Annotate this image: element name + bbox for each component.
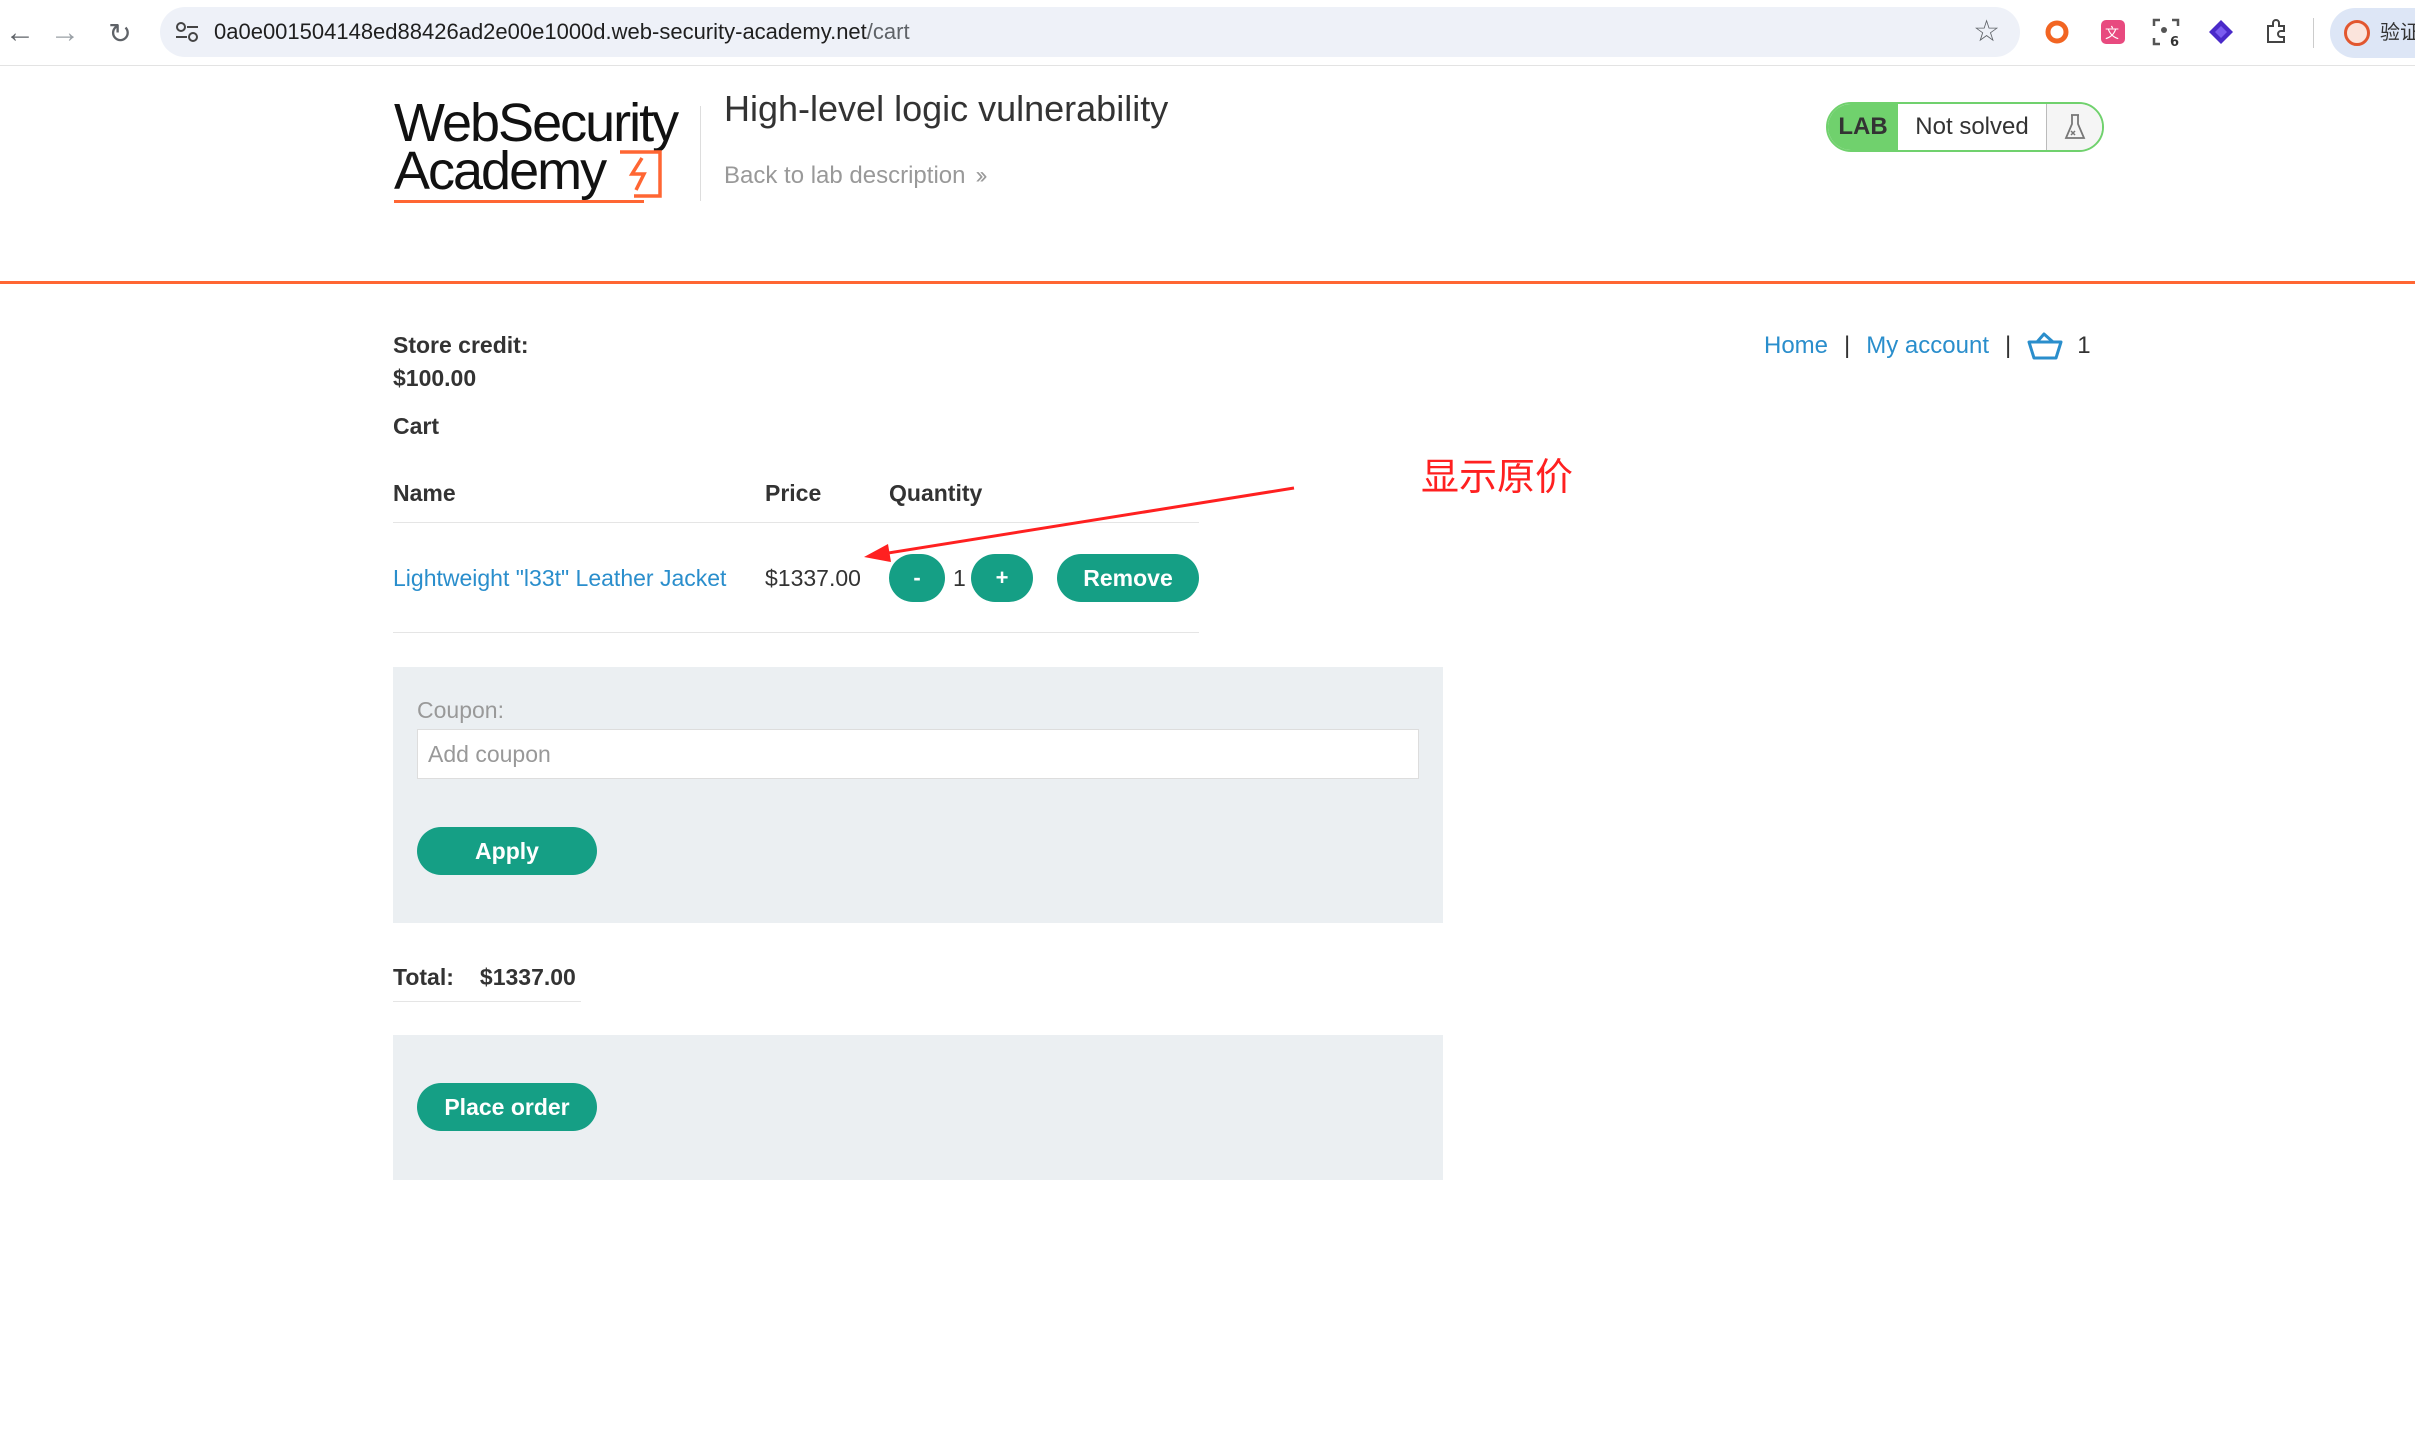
coupon-input[interactable] [417, 729, 1419, 779]
total-value: $1337.00 [479, 964, 576, 990]
url-host: 0a0e001504148ed88426ad2e00e1000d.web-sec… [214, 19, 867, 44]
place-order-panel: Place order [393, 1035, 1443, 1180]
cart-count: 1 [2077, 332, 2091, 359]
annotation-text: 显示原价 [1421, 455, 1574, 499]
place-order-button[interactable]: Place order [417, 1083, 597, 1131]
lab-header: WebSecurity Academy High-level logic vul… [0, 66, 2415, 284]
product-link[interactable]: Lightweight "l33t" Leather Jacket [393, 565, 726, 592]
extension-translate-icon[interactable]: 文 [2097, 16, 2129, 48]
logo-line-2: Academy [394, 141, 607, 201]
back-icon[interactable]: ← [0, 13, 40, 53]
flask-icon [2046, 104, 2102, 150]
store-credit-label: Store credit: [393, 332, 529, 358]
column-header-price: Price [765, 480, 822, 506]
increase-quantity-button[interactable]: + [971, 554, 1033, 602]
coupon-panel: Coupon: Apply [393, 667, 1443, 923]
cart-basket-icon[interactable] [2027, 331, 2063, 361]
browser-toolbar: ← → ↻ 0a0e001504148ed88426ad2e00e1000d.w… [0, 0, 2415, 66]
site-info-icon[interactable] [172, 17, 202, 47]
lab-tag: LAB [1828, 104, 1898, 150]
column-header-name: Name [393, 480, 456, 506]
address-bar[interactable]: 0a0e001504148ed88426ad2e00e1000d.web-sec… [160, 7, 2020, 57]
avatar [2344, 20, 2370, 46]
toolbar-divider [2313, 18, 2314, 48]
url-text: 0a0e001504148ed88426ad2e00e1000d.web-sec… [214, 7, 910, 57]
back-link-label: Back to lab description [724, 162, 966, 189]
lab-title: High-level logic vulnerability [724, 88, 1169, 129]
forward-icon[interactable]: → [45, 13, 85, 53]
url-path: /cart [866, 19, 910, 44]
home-link[interactable]: Home [1764, 332, 1828, 360]
total-label: Total: [393, 964, 454, 990]
double-chevron-right-icon: ›› [975, 162, 987, 189]
profile-label: 验证 [2380, 22, 2415, 44]
total-row: Total: $1337.00 [393, 964, 576, 991]
item-price: $1337.00 [765, 565, 861, 591]
my-account-link[interactable]: My account [1866, 332, 1989, 360]
table-header-divider [393, 522, 1199, 523]
top-navigation: Home | My account | 1 [1764, 328, 2091, 364]
cart-heading: Cart [393, 413, 440, 439]
nav-separator: | [2004, 332, 2012, 359]
extension-orange-ring-icon[interactable] [2041, 16, 2073, 48]
profile-chip[interactable]: 验证 [2330, 8, 2415, 58]
lab-state: Not solved [1915, 113, 2029, 140]
total-divider [393, 1001, 581, 1002]
web-security-academy-logo[interactable]: WebSecurity Academy [394, 96, 704, 211]
item-quantity: 1 [953, 565, 966, 591]
back-to-lab-description-link[interactable]: Back to lab description ›› [724, 162, 987, 190]
table-row-divider [393, 632, 1199, 633]
remove-item-button[interactable]: Remove [1057, 554, 1199, 602]
bookmark-star-icon[interactable]: ☆ [1973, 15, 2000, 49]
header-divider [700, 106, 701, 201]
reload-icon[interactable]: ↻ [100, 13, 140, 53]
extension-badge: 6 [2170, 35, 2179, 48]
column-header-quantity: Quantity [889, 480, 983, 506]
lab-status-widget: LAB Not solved [1826, 102, 2104, 152]
logo-underline [394, 200, 644, 203]
nav-separator: | [1844, 332, 1851, 359]
svg-text:文: 文 [2105, 26, 2119, 42]
extensions-puzzle-icon[interactable] [2260, 16, 2292, 48]
decrease-quantity-button[interactable]: - [889, 554, 945, 602]
extension-diamond-icon[interactable] [2205, 16, 2237, 48]
store-credit-value: $100.00 [393, 365, 477, 391]
logo-bolt-icon [620, 150, 662, 198]
coupon-label: Coupon: [417, 697, 504, 723]
apply-coupon-button[interactable]: Apply [417, 827, 597, 875]
extension-capture-icon[interactable]: 6 [2150, 16, 2182, 48]
